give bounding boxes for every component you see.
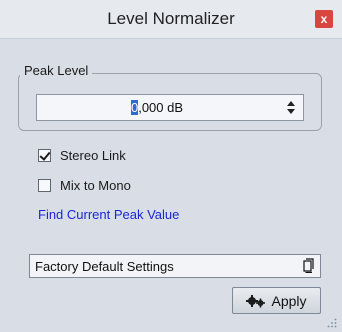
find-current-peak-link[interactable]: Find Current Peak Value <box>38 207 179 222</box>
window-title: Level Normalizer <box>107 9 235 28</box>
spin-up-icon[interactable] <box>287 101 295 106</box>
title-bar[interactable]: Level Normalizer x <box>0 0 342 39</box>
mix-to-mono-label[interactable]: Mix to Mono <box>60 178 131 193</box>
peak-level-label: Peak Level <box>20 63 93 78</box>
preset-selector[interactable]: Factory Default Settings <box>29 254 321 278</box>
apply-button[interactable]: Apply <box>232 287 321 314</box>
close-icon: x <box>320 12 328 26</box>
close-button[interactable]: x <box>315 10 333 28</box>
level-normalizer-window: Level Normalizer x Peak Level 0,000 dB S… <box>0 0 342 332</box>
peak-level-spinbox[interactable]: 0,000 dB <box>36 94 304 121</box>
peak-level-value[interactable]: 0,000 dB <box>37 100 277 115</box>
stereo-link-option[interactable]: Stereo Link <box>38 148 126 163</box>
gears-icon <box>246 294 266 307</box>
mix-to-mono-option[interactable]: Mix to Mono <box>38 178 131 193</box>
peak-level-value-rest: ,000 dB <box>138 100 184 115</box>
preset-menu-icon[interactable] <box>303 258 315 273</box>
spin-down-icon[interactable] <box>287 109 295 114</box>
resize-grip-icon[interactable] <box>327 318 337 328</box>
mix-to-mono-checkbox[interactable] <box>38 179 51 192</box>
preset-label: Factory Default Settings <box>35 259 174 274</box>
spin-arrows[interactable] <box>281 97 301 118</box>
stereo-link-checkbox[interactable] <box>38 149 51 162</box>
stereo-link-label[interactable]: Stereo Link <box>60 148 126 163</box>
apply-label: Apply <box>271 292 307 309</box>
